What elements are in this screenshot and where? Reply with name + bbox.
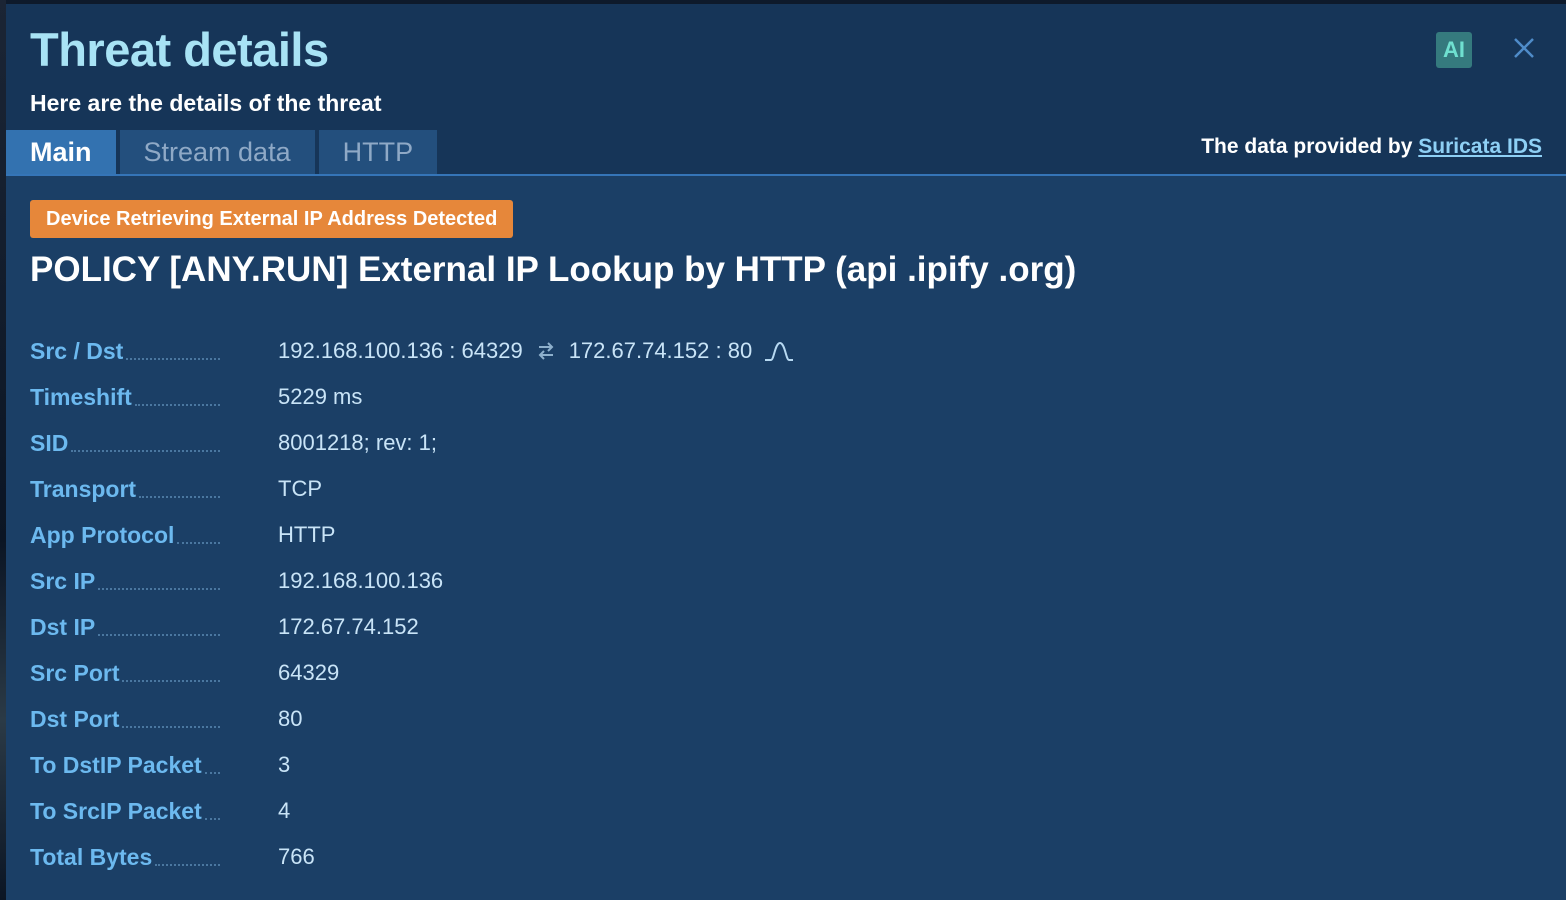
detail-row: Dst IP 172.67.74.152	[30, 604, 1030, 650]
detail-value: 80	[278, 706, 303, 731]
detail-row: To SrcIP Packet 4	[30, 788, 1030, 834]
detail-value: 4	[278, 798, 291, 823]
details-list: Src / Dst 192.168.100.136 : 64329 172.67…	[30, 328, 1030, 880]
dotted-leader	[71, 449, 220, 452]
src-endpoint: 192.168.100.136 : 64329	[278, 338, 523, 363]
detail-value: HTTP	[278, 522, 336, 547]
dotted-leader	[122, 725, 220, 728]
signal-wave-icon[interactable]	[764, 340, 794, 362]
detail-value: 192.168.100.136	[278, 568, 444, 593]
detail-label: To SrcIP Packet	[30, 798, 220, 825]
ai-button[interactable]: AI	[1436, 32, 1472, 68]
detail-label: Dst Port	[30, 706, 220, 733]
detail-row: Dst Port 80	[30, 696, 1030, 742]
detail-value: 5229 ms	[278, 384, 363, 409]
suricata-ids-link[interactable]: Suricata IDS	[1418, 135, 1542, 158]
detail-label: Src / Dst	[30, 338, 220, 365]
detail-label: To DstIP Packet	[30, 752, 220, 779]
detail-row: To DstIP Packet 3	[30, 742, 1030, 788]
swap-arrows-icon	[537, 341, 555, 361]
detail-label: Src IP	[30, 568, 220, 595]
detail-value: 192.168.100.136 : 64329 172.67.74.152 : …	[278, 338, 794, 364]
tab-http[interactable]: HTTP	[318, 130, 438, 175]
detail-value: TCP	[278, 476, 322, 501]
detail-value: 3	[278, 752, 291, 777]
dotted-leader	[98, 587, 220, 590]
detail-label-text: Transport	[30, 475, 137, 502]
tab-main[interactable]: Main	[6, 130, 116, 175]
detail-label-text: Timeshift	[30, 383, 132, 410]
detail-label-text: Src / Dst	[30, 337, 124, 364]
ai-button-label: AI	[1443, 37, 1465, 62]
tab-bar: Main Stream data HTTP	[6, 130, 441, 175]
detail-value: 8001218; rev: 1;	[278, 430, 438, 455]
detail-label: Dst IP	[30, 614, 220, 641]
dotted-leader	[155, 863, 220, 866]
rule-name: POLICY [ANY.RUN] External IP Lookup by H…	[30, 250, 1077, 289]
tab-stream-data[interactable]: Stream data	[119, 130, 315, 175]
detail-label-text: Src IP	[30, 567, 96, 594]
close-button[interactable]	[1508, 32, 1540, 64]
detail-label: Transport	[30, 476, 220, 503]
dotted-leader	[134, 403, 220, 406]
detail-label-text: To DstIP Packet	[30, 751, 202, 778]
detail-label: SID	[30, 430, 220, 457]
dst-endpoint: 172.67.74.152 : 80	[568, 338, 753, 363]
dotted-leader	[98, 633, 220, 636]
detail-row: Src Port 64329	[30, 650, 1030, 696]
detail-row-src-dst: Src / Dst 192.168.100.136 : 64329 172.67…	[30, 328, 1030, 374]
data-provider-note: The data provided by Suricata IDS	[1201, 135, 1542, 159]
detail-label-text: To SrcIP Packet	[30, 797, 202, 824]
detail-label: Total Bytes	[30, 844, 220, 871]
detail-row: Src IP 192.168.100.136	[30, 558, 1030, 604]
dotted-leader	[126, 357, 220, 360]
detail-row: Timeshift 5229 ms	[30, 374, 1030, 420]
detail-value: 64329	[278, 660, 340, 685]
detail-label-text: App Protocol	[30, 521, 175, 548]
dialog-subtitle: Here are the details of the threat	[30, 90, 382, 116]
detail-label-text: Src Port	[30, 659, 120, 686]
threat-details-dialog: Threat details Here are the details of t…	[6, 4, 1566, 900]
threat-category-badge: Device Retrieving External IP Address De…	[30, 200, 514, 238]
close-icon	[1514, 38, 1534, 58]
dotted-leader	[139, 495, 220, 498]
dialog-header: Threat details Here are the details of t…	[6, 4, 1566, 175]
detail-label-text: Dst IP	[30, 613, 96, 640]
dotted-leader	[177, 541, 220, 544]
dotted-leader	[204, 771, 220, 774]
detail-label: App Protocol	[30, 522, 220, 549]
detail-row: App Protocol HTTP	[30, 512, 1030, 558]
detail-value: 172.67.74.152	[278, 614, 419, 639]
detail-label-text: Total Bytes	[30, 843, 153, 870]
detail-label: Src Port	[30, 660, 220, 687]
provider-prefix: The data provided by	[1201, 135, 1419, 158]
dotted-leader	[122, 679, 220, 682]
detail-row: Total Bytes 766	[30, 834, 1030, 880]
detail-row: SID 8001218; rev: 1;	[30, 420, 1030, 466]
detail-label: Timeshift	[30, 384, 220, 411]
detail-value: 766	[278, 844, 315, 869]
detail-row: Transport TCP	[30, 466, 1030, 512]
detail-label-text: Dst Port	[30, 705, 120, 732]
dialog-title: Threat details	[30, 23, 329, 76]
dotted-leader	[204, 817, 220, 820]
tab-underline	[6, 174, 1566, 176]
detail-label-text: SID	[30, 429, 69, 456]
